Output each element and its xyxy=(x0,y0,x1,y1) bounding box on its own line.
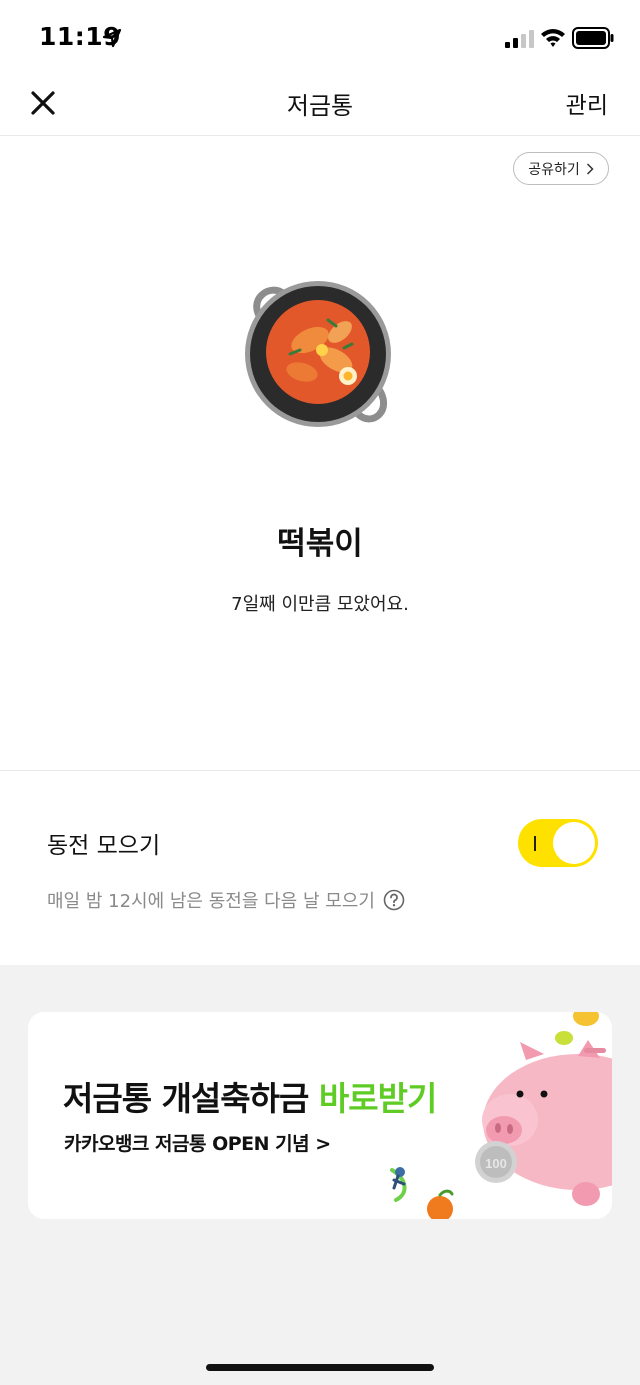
signal-icon xyxy=(505,30,534,48)
question-circle-icon[interactable] xyxy=(383,889,405,911)
divider xyxy=(0,770,640,771)
goal-description: 7일째 이만큼 모았어요. xyxy=(231,594,409,615)
chevron-right-icon xyxy=(586,162,594,175)
share-button-label: 공유하기 xyxy=(528,161,580,178)
coin-collect-toggle[interactable] xyxy=(518,819,598,867)
banner-subtitle: 카카오뱅크 저금통 OPEN 기념 > xyxy=(64,1133,331,1155)
page-title: 저금통 xyxy=(286,92,354,120)
nav-bar: 저금통 관리 xyxy=(0,76,640,136)
wifi-icon xyxy=(541,29,565,47)
toggle-knob xyxy=(553,822,595,864)
promo-banner[interactable]: 저금통 개설축하금 바로받기 카카오뱅크 저금통 OPEN 기념 > 100 xyxy=(28,1012,612,1219)
manage-button[interactable]: 관리 xyxy=(566,86,608,120)
goal-name: 떡볶이 xyxy=(277,526,363,562)
share-button[interactable]: 공유하기 xyxy=(513,152,609,185)
piggy-bank-illustration: 100 xyxy=(390,1012,612,1219)
location-arrow-icon xyxy=(102,28,122,48)
coin-label: 100 xyxy=(485,1156,507,1171)
coin-collect-description: 매일 밤 12시에 남은 동전을 다음 날 모으기 xyxy=(47,887,405,913)
banner-title-main: 저금통 개설축하금 xyxy=(63,1079,319,1118)
battery-icon xyxy=(572,27,614,49)
coin-collect-description-text: 매일 밤 12시에 남은 동전을 다음 날 모으기 xyxy=(47,891,375,912)
status-bar: 11:19 xyxy=(0,0,640,76)
toggle-on-indicator xyxy=(534,836,536,851)
home-indicator[interactable] xyxy=(206,1364,434,1371)
coin-collect-title: 동전 모으기 xyxy=(47,833,161,859)
tteokbokki-pan-icon xyxy=(245,281,391,427)
